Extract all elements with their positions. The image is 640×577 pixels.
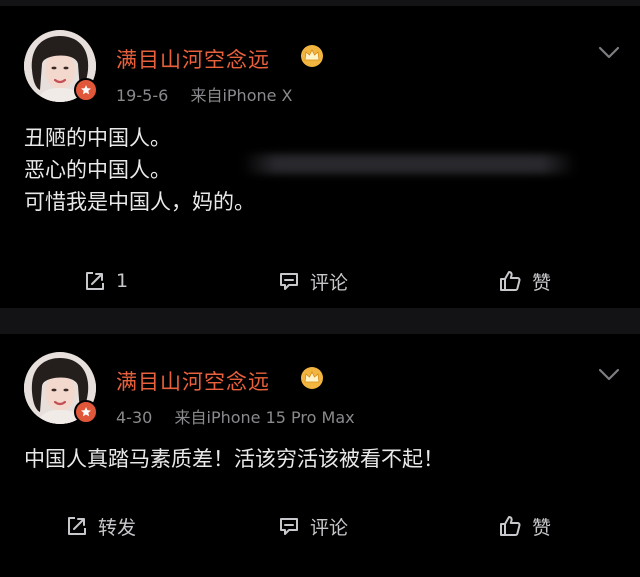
post-content-line: 丑陋的中国人。 (24, 126, 171, 150)
repost-label: 转发 (98, 516, 137, 539)
like-icon (500, 516, 521, 536)
blurred-region (242, 154, 576, 174)
like-icon (500, 271, 521, 291)
like-label: 赞 (532, 516, 552, 539)
verified-badge-icon (74, 400, 98, 424)
repost-button[interactable]: 1 (84, 264, 128, 298)
like-label: 赞 (532, 271, 552, 294)
repost-icon (68, 517, 86, 535)
repost-icon (86, 272, 104, 290)
repost-count: 1 (116, 270, 129, 292)
weibo-post: 满目山河空念远 4-30 来自iPhone 15 Pro Max 中国人真踏马素… (0, 334, 640, 577)
post-content-line: 可惜我是中国人，妈的。 (24, 190, 255, 214)
username[interactable]: 满目山河空念远 (116, 366, 270, 396)
post-date: 4-30 (116, 408, 153, 427)
comment-icon (280, 273, 298, 290)
action-bar: 转发 评论 赞 (0, 509, 640, 543)
post-content: 丑陋的中国人。 恶心的中国人。 可惜我是中国人，妈的。 (24, 122, 255, 218)
post-content-line: 中国人真踏马素质差！活该穷活该被看不起！ (24, 447, 444, 471)
repost-button[interactable]: 转发 (66, 509, 136, 543)
verified-badge-icon (74, 78, 98, 102)
post-meta: 4-30 来自iPhone 15 Pro Max (116, 404, 355, 428)
avatar[interactable] (24, 352, 98, 424)
post-content: 中国人真踏马素质差！活该穷活该被看不起！ (24, 443, 444, 475)
comment-button[interactable]: 评论 (278, 509, 348, 543)
weibo-feed: 满目山河空念远 19-5-6 来自iPhone X 丑陋的中国人。 恶心的中国人… (0, 0, 640, 577)
avatar[interactable] (24, 30, 98, 102)
comment-icon (280, 518, 298, 535)
comment-label: 评论 (310, 271, 349, 294)
weibo-post: 满目山河空念远 19-5-6 来自iPhone X 丑陋的中国人。 恶心的中国人… (0, 6, 640, 308)
crown-icon (301, 367, 323, 389)
post-date: 19-5-6 (116, 86, 169, 105)
action-bar: 1 评论 赞 (0, 264, 640, 298)
chevron-down-icon[interactable] (598, 46, 620, 60)
comment-label: 评论 (310, 516, 349, 539)
chevron-down-icon[interactable] (598, 368, 620, 382)
like-button[interactable]: 赞 (498, 264, 551, 298)
post-source: 来自iPhone X (190, 86, 293, 105)
comment-button[interactable]: 评论 (278, 264, 348, 298)
crown-icon (301, 45, 323, 67)
post-content-line: 恶心的中国人。 (24, 158, 171, 182)
post-meta: 19-5-6 来自iPhone X (116, 82, 293, 106)
post-source: 来自iPhone 15 Pro Max (174, 408, 355, 427)
username[interactable]: 满目山河空念远 (116, 44, 270, 74)
like-button[interactable]: 赞 (498, 509, 551, 543)
